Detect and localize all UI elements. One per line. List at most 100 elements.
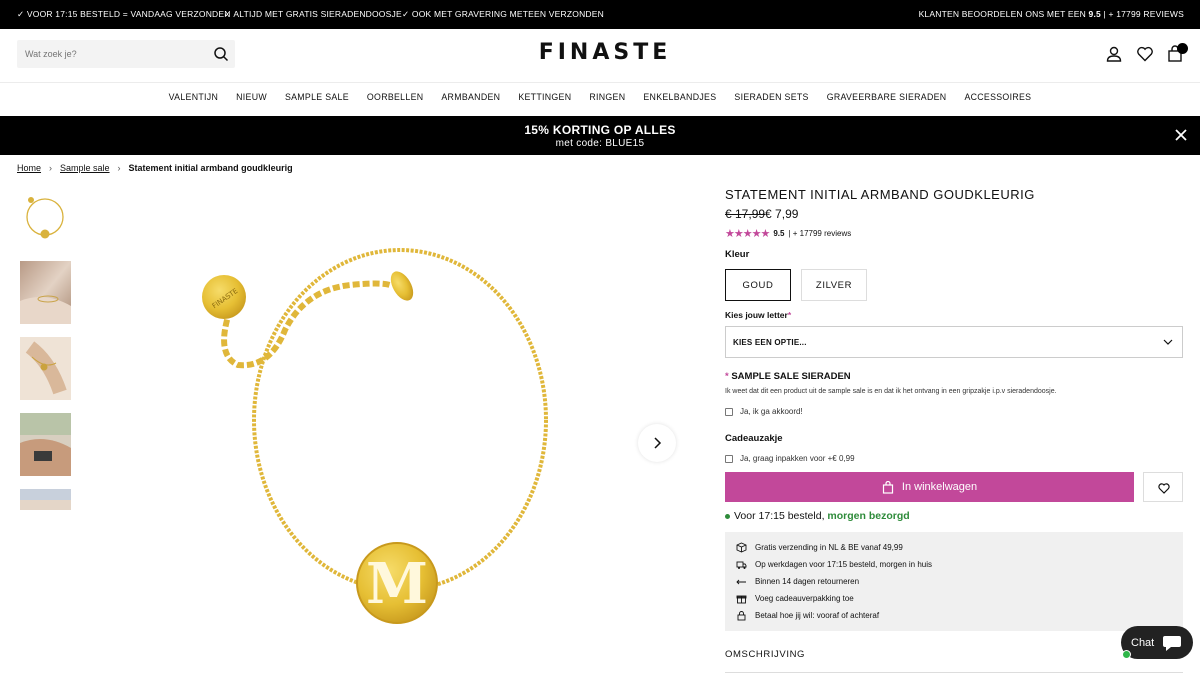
sample-agree-label[interactable]: Ja, ik ga akkoord! bbox=[740, 407, 803, 416]
gift-label: Cadeauzakje bbox=[725, 433, 783, 444]
promo-subtitle: met code: BLUE15 bbox=[555, 138, 645, 149]
letter-select-value: KIES EEN OPTIE... bbox=[733, 338, 807, 347]
thumbnail-2[interactable] bbox=[20, 261, 71, 324]
stars: ★★★★★ bbox=[725, 228, 770, 240]
nav-item-nieuw[interactable]: NIEUW bbox=[227, 92, 276, 106]
sample-sale-text: Ik weet dat dit een product uit de sampl… bbox=[725, 388, 1057, 395]
usp-text: Binnen 14 dagen retourneren bbox=[755, 577, 860, 586]
letter-label: Kies jouw letter* bbox=[725, 310, 791, 320]
color-label: Kleur bbox=[725, 249, 750, 260]
required-mark: * bbox=[725, 371, 729, 382]
chevron-right-icon: › bbox=[117, 163, 121, 173]
rating-value: 9.5 bbox=[1088, 9, 1101, 19]
search-bar[interactable] bbox=[17, 40, 235, 68]
price: € 17,99€ 7,99 bbox=[725, 207, 798, 221]
online-status-dot bbox=[1122, 650, 1131, 659]
search-icon[interactable] bbox=[213, 46, 229, 62]
truck-icon bbox=[736, 561, 747, 569]
product-title: STATEMENT INITIAL ARMBAND GOUDKLEURIG bbox=[725, 187, 1035, 202]
chat-button[interactable]: Chat bbox=[1121, 626, 1193, 659]
reviews-rating[interactable]: KLANTEN BEOORDELEN ONS MET EEN 9.5 | + 1… bbox=[919, 9, 1184, 19]
usp-row: Gratis verzending in NL & BE vanaf 49,99 bbox=[736, 542, 903, 553]
search-input[interactable] bbox=[25, 47, 205, 61]
chat-label: Chat bbox=[1131, 636, 1155, 649]
nav-item-oorbellen[interactable]: OORBELLEN bbox=[358, 92, 432, 106]
nav-item-kettingen[interactable]: KETTINGEN bbox=[509, 92, 580, 106]
promo-banner: 15% KORTING OP ALLES met code: BLUE15 bbox=[0, 116, 1200, 155]
usp-text: Voeg cadeauverpakking toe bbox=[755, 594, 854, 603]
usp-text: Gratis verzending in NL & BE vanaf 49,99 bbox=[755, 543, 903, 552]
nav-item-graveerbare-sieraden[interactable]: GRAVEERBARE SIERADEN bbox=[818, 92, 956, 106]
price-old: € 17,99 bbox=[725, 207, 766, 221]
sample-agree-checkbox[interactable] bbox=[725, 408, 733, 416]
next-image-button[interactable] bbox=[638, 424, 676, 462]
thumbnail-3[interactable] bbox=[20, 337, 71, 400]
pendant-letter: M bbox=[366, 551, 428, 617]
color-option-zilver[interactable]: ZILVER bbox=[801, 269, 867, 301]
cart-badge bbox=[1177, 43, 1188, 54]
chat-bubble-icon bbox=[1163, 635, 1182, 651]
thumbnail-1[interactable] bbox=[20, 187, 71, 250]
delivery-prefix: Voor 17:15 besteld, bbox=[734, 510, 825, 522]
letter-label-text: Kies jouw letter bbox=[725, 310, 788, 320]
nav-item-sieraden-sets[interactable]: SIERADEN SETS bbox=[725, 92, 817, 106]
close-icon[interactable] bbox=[1174, 128, 1188, 142]
heart-icon[interactable] bbox=[1136, 45, 1154, 63]
divider bbox=[0, 82, 1200, 83]
nav-item-enkelbandjes[interactable]: ENKELBANDJES bbox=[634, 92, 725, 106]
sample-sale-title: SAMPLE SALE SIERADEN bbox=[731, 371, 851, 382]
color-option-goud[interactable]: GOUD bbox=[725, 269, 791, 301]
account-icon[interactable] bbox=[1105, 45, 1123, 63]
gift-icon bbox=[736, 595, 747, 604]
rating-score: 9.5 bbox=[773, 229, 785, 238]
breadcrumb: Home › Sample sale › Statement initial a… bbox=[17, 163, 293, 173]
nav-item-ringen[interactable]: RINGEN bbox=[580, 92, 634, 106]
usp-row: Betaal hoe jij wil: vooraf of achteraf bbox=[736, 610, 879, 621]
usp-box: Gratis verzending in NL & BE vanaf 49,99… bbox=[725, 532, 1183, 631]
product-image: FINASTE M bbox=[120, 190, 680, 675]
rating-summary[interactable]: ★★★★★ 9.5 | + 17799 reviews bbox=[725, 227, 851, 240]
nav-item-valentijn[interactable]: VALENTIJN bbox=[160, 92, 227, 106]
breadcrumb-current: Statement initial armband goudkleurig bbox=[128, 163, 293, 173]
sample-sale-heading: * SAMPLE SALE SIERADEN bbox=[725, 371, 851, 382]
chevron-right-icon: › bbox=[49, 163, 53, 173]
heart-icon bbox=[1158, 483, 1170, 494]
delivery-highlight: morgen bezorgd bbox=[827, 510, 910, 522]
divider bbox=[725, 672, 1183, 673]
usp-text: Op werkdagen voor 17:15 besteld, morgen … bbox=[755, 560, 932, 569]
usp-text: Betaal hoe jij wil: vooraf of achteraf bbox=[755, 611, 880, 620]
gift-wrap-label[interactable]: Ja, graag inpakken voor +€ 0,99 bbox=[740, 454, 855, 463]
description-toggle[interactable]: OMSCHRIJVING bbox=[725, 649, 805, 660]
usp-row: Voeg cadeauverpakking toe bbox=[736, 593, 854, 604]
rating-suffix: | + 17799 REVIEWS bbox=[1103, 9, 1184, 19]
nav-item-armbanden[interactable]: ARMBANDEN bbox=[432, 92, 509, 106]
main-nav: VALENTIJN NIEUW SAMPLE SALE OORBELLEN AR… bbox=[0, 92, 1200, 106]
nav-item-sample-sale[interactable]: SAMPLE SALE bbox=[276, 92, 358, 106]
add-to-cart-button[interactable]: In winkelwagen bbox=[725, 472, 1134, 502]
usp-bar: ✓ VOOR 17:15 BESTELD = VANDAAG VERZONDEN… bbox=[0, 0, 1200, 29]
usp-row: Binnen 14 dagen retourneren bbox=[736, 576, 859, 587]
status-dot bbox=[725, 513, 730, 519]
return-icon bbox=[736, 579, 746, 585]
usp-item: ✓ OOK MET GRAVERING METEEN VERZONDEN bbox=[402, 9, 604, 19]
thumbnail-4[interactable] bbox=[20, 413, 71, 476]
letter-select[interactable]: KIES EEN OPTIE... bbox=[725, 326, 1183, 358]
package-icon bbox=[736, 542, 747, 553]
chevron-down-icon bbox=[1163, 339, 1173, 345]
price-new: € 7,99 bbox=[765, 207, 799, 221]
chevron-right-icon bbox=[654, 437, 662, 449]
breadcrumb-category[interactable]: Sample sale bbox=[60, 163, 110, 173]
logo[interactable]: FINASTE bbox=[480, 40, 730, 70]
wishlist-button[interactable] bbox=[1143, 472, 1183, 502]
usp-item: ✓ VOOR 17:15 BESTELD = VANDAAG VERZONDEN bbox=[17, 9, 231, 19]
review-count: | + 17799 reviews bbox=[788, 229, 852, 238]
breadcrumb-home[interactable]: Home bbox=[17, 163, 41, 173]
gift-wrap-checkbox[interactable] bbox=[725, 455, 733, 463]
add-to-cart-label: In winkelwagen bbox=[901, 481, 978, 493]
usp-item: ✓ ALTIJD MET GRATIS SIERADENDOOSJE bbox=[224, 9, 402, 19]
usp-row: Op werkdagen voor 17:15 besteld, morgen … bbox=[736, 559, 932, 570]
required-mark: * bbox=[787, 310, 792, 320]
thumbnail-5[interactable] bbox=[20, 489, 71, 510]
nav-item-accessoires[interactable]: ACCESSOIRES bbox=[955, 92, 1040, 106]
rating-prefix: KLANTEN BEOORDELEN ONS MET EEN bbox=[918, 9, 1086, 19]
